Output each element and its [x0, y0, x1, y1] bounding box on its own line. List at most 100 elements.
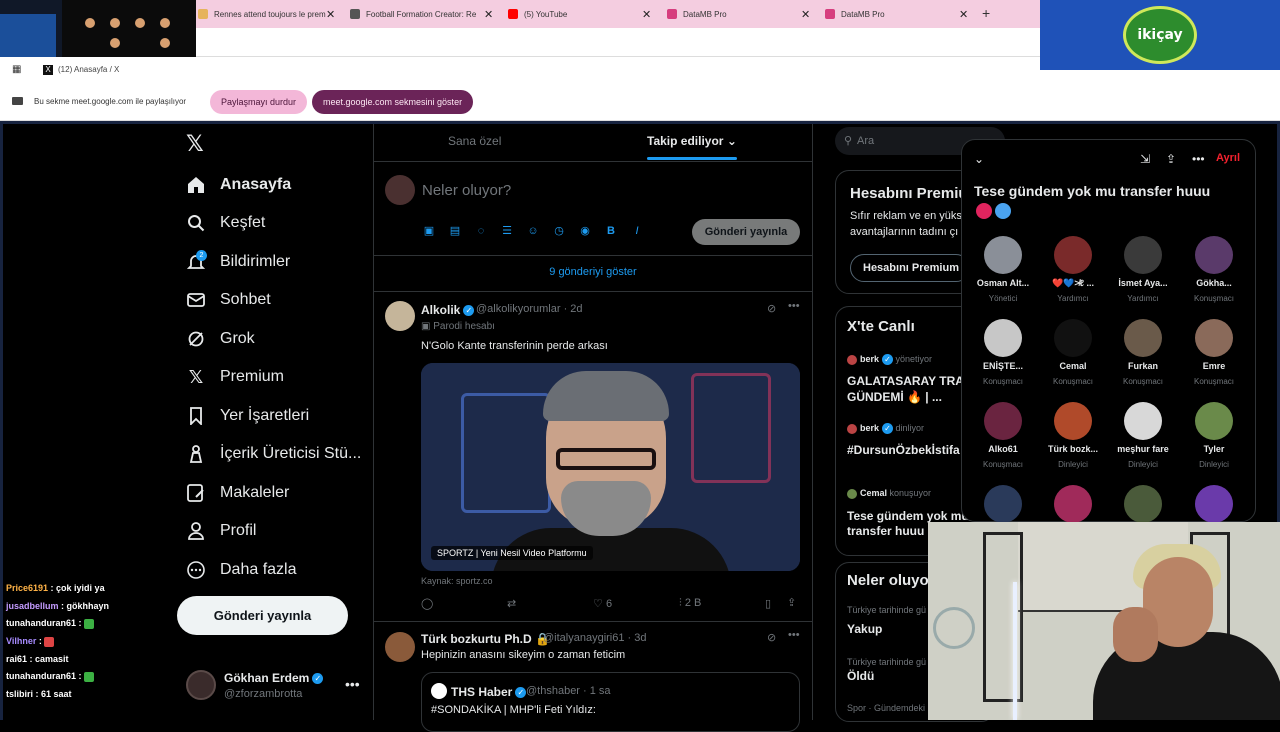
more-icon[interactable]: •••: [788, 629, 800, 641]
nav-explore[interactable]: Keşfet: [186, 208, 265, 238]
close-icon[interactable]: ✕: [959, 8, 968, 21]
avatar[interactable]: [1054, 236, 1092, 274]
show-tab-button[interactable]: meet.google.com sekmesini göster: [312, 90, 474, 114]
screen-share-icon: [12, 97, 23, 105]
emoji-icon[interactable]: ☺: [526, 224, 540, 238]
minimize-icon[interactable]: ⇲: [1140, 152, 1150, 166]
post-author[interactable]: Alkolik ✓: [421, 303, 475, 317]
live-status: dinliyor: [895, 423, 925, 433]
nav-home[interactable]: Anasayfa: [186, 170, 291, 200]
schedule-icon[interactable]: ◷: [552, 224, 566, 238]
share-icon[interactable]: ⇪: [787, 596, 796, 609]
tab-3[interactable]: (5) YouTube ✕: [508, 0, 658, 28]
location-icon[interactable]: ◉: [578, 224, 592, 238]
close-icon[interactable]: ✕: [801, 8, 810, 21]
chat-text: 61 saat: [41, 689, 72, 700]
nav-premium[interactable]: 𝕏 Premium: [186, 362, 284, 392]
new-tab-button[interactable]: +: [982, 5, 990, 21]
avatar[interactable]: [984, 236, 1022, 274]
grok-icon[interactable]: ⊘: [767, 631, 776, 644]
close-icon[interactable]: ✕: [326, 8, 335, 21]
grok-icon[interactable]: ⊘: [767, 302, 776, 315]
italic-icon[interactable]: I: [630, 224, 644, 238]
nav-notifications[interactable]: 2 Bildirimler: [186, 247, 290, 277]
tab-1[interactable]: Rennes attend toujours le prem ✕: [198, 0, 338, 28]
quoted-post[interactable]: [421, 672, 800, 732]
tab-4[interactable]: DataMB Pro ✕: [667, 0, 817, 28]
avatar[interactable]: [1195, 236, 1233, 274]
premium-subscribe-button[interactable]: Hesabını Premium: [850, 254, 970, 282]
close-icon[interactable]: ✕: [642, 8, 651, 21]
avatar[interactable]: [1124, 402, 1162, 440]
leave-space-button[interactable]: Ayrıl: [1216, 152, 1240, 164]
avatar[interactable]: [1195, 319, 1233, 357]
search-icon: ⚲: [844, 135, 853, 147]
live-item-title[interactable]: Tese gündem yok mu: [847, 509, 969, 523]
window-row: ▦ X (12) Anasayfa / X: [0, 57, 1040, 83]
nav-grok[interactable]: Grok: [186, 324, 255, 354]
bookmark-icon[interactable]: ▯: [765, 597, 771, 610]
live-item-title[interactable]: transfer huuu: [847, 524, 924, 538]
account-menu-icon[interactable]: •••: [345, 676, 360, 692]
avatar[interactable]: [385, 632, 415, 662]
avatar[interactable]: [984, 402, 1022, 440]
notification-badge: 2: [196, 250, 207, 261]
more-icon[interactable]: •••: [788, 300, 800, 312]
nav-articles[interactable]: Makaleler: [186, 478, 289, 508]
views-button[interactable]: ⫶ 2 B: [679, 597, 701, 610]
image-icon[interactable]: ▣: [422, 224, 436, 238]
post-button[interactable]: Gönderi yayınla: [177, 596, 348, 635]
nav-profile[interactable]: Profil: [186, 516, 256, 546]
avatar[interactable]: [1124, 485, 1162, 523]
poll-icon[interactable]: ☰: [500, 224, 514, 238]
speaker-role: Dinleyici: [1128, 460, 1158, 469]
close-icon[interactable]: ✕: [484, 8, 493, 21]
reply-icon[interactable]: ◯: [421, 597, 433, 610]
nav-creator-studio[interactable]: İçerik Üreticisi Stü...: [186, 439, 361, 469]
nav-bookmarks[interactable]: Yer İşaretleri: [186, 401, 309, 431]
trend-name[interactable]: Yakup: [847, 622, 882, 636]
trend-name[interactable]: Öldü: [847, 669, 874, 683]
avatar[interactable]: [1195, 402, 1233, 440]
nav-more[interactable]: Daha fazla: [186, 555, 297, 585]
live-item-title[interactable]: GÜNDEMİ 🔥 | ...: [847, 390, 942, 404]
avatar[interactable]: [1124, 319, 1162, 357]
avatar[interactable]: [1124, 236, 1162, 274]
collapse-icon[interactable]: ⌄: [974, 152, 984, 166]
nav-messages[interactable]: Sohbet: [186, 285, 271, 315]
post-author[interactable]: Türk bozkurtu Ph.D 🔒: [421, 632, 550, 646]
speaker-name: Cemal: [1059, 361, 1087, 371]
compose-input[interactable]: Neler oluyor?: [422, 182, 511, 199]
grok-icon[interactable]: ◌: [474, 224, 488, 238]
avatar[interactable]: [1054, 402, 1092, 440]
like-button[interactable]: ♡ 6: [593, 597, 612, 610]
premium-text: avantajlarının tadını çı: [850, 226, 959, 238]
show-more-link[interactable]: 9 gönderiyi göster: [374, 266, 812, 278]
parody-icon: ▣: [421, 321, 431, 332]
tab-5[interactable]: DataMB Pro ✕: [825, 0, 975, 28]
avatar[interactable]: [385, 301, 415, 331]
media-source[interactable]: Kaynak: sportz.co: [421, 576, 493, 586]
avatar[interactable]: [1195, 485, 1233, 523]
gif-icon[interactable]: ▤: [448, 224, 462, 238]
tab-2[interactable]: Football Formation Creator: Re ✕: [350, 0, 500, 28]
post-media[interactable]: SPORTZ | Yeni Nesil Video Platformu: [421, 363, 800, 571]
repost-icon[interactable]: ⇄: [507, 597, 516, 610]
bold-icon[interactable]: B: [604, 224, 618, 238]
live-item-title[interactable]: #DursunÖzbekİstifa: [847, 443, 960, 457]
avatar[interactable]: [984, 485, 1022, 523]
avatar[interactable]: [1054, 319, 1092, 357]
tab-for-you[interactable]: Sana özel: [448, 134, 501, 148]
account-name[interactable]: Gökhan Erdem ✓: [224, 671, 324, 685]
avatar[interactable]: [984, 319, 1022, 357]
more-icon[interactable]: •••: [1192, 152, 1205, 166]
apps-grid-icon[interactable]: ▦: [12, 65, 22, 75]
x-logo-icon[interactable]: 𝕏: [186, 131, 204, 157]
avatar[interactable]: [1054, 485, 1092, 523]
avatar[interactable]: [186, 670, 216, 700]
tab-following[interactable]: Takip ediliyor ⌄: [647, 134, 737, 148]
share-icon[interactable]: ⇪: [1166, 152, 1176, 166]
compose-post-button[interactable]: Gönderi yayınla: [692, 219, 800, 245]
stop-sharing-button[interactable]: Paylaşmayı durdur: [210, 90, 308, 114]
chat-message: tunahanduran61 :: [4, 615, 109, 633]
